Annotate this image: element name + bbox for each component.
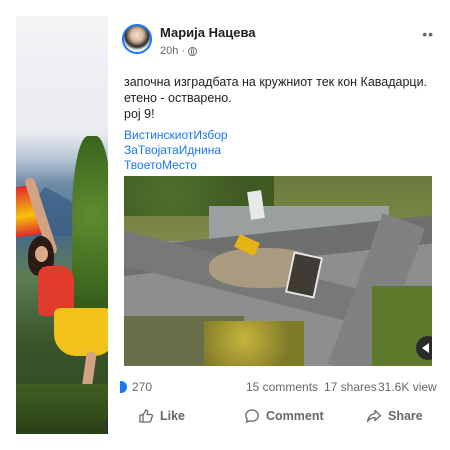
author-name[interactable]: Марија Нацева <box>160 25 256 40</box>
hashtag-link[interactable]: ЗаТвојатаИднина <box>124 143 228 158</box>
globe-icon[interactable] <box>188 46 198 56</box>
photo-tree <box>72 136 108 336</box>
like-label: Like <box>160 409 186 423</box>
hashtag-link[interactable]: ТвоетоМесто <box>124 158 228 173</box>
share-arrow-icon <box>366 409 382 423</box>
photo-person-skirt <box>54 308 108 356</box>
post-stats: 270 15 comments 17 shares 31.6K view <box>118 378 437 398</box>
post-text-line: етено - остварено. <box>124 91 232 105</box>
share-label: Share <box>388 409 423 423</box>
speech-bubble-icon <box>245 409 259 423</box>
post-meta: 20h · <box>160 45 198 57</box>
post-hashtags: ВистинскиотИзбор ЗаТвојатаИднина ТвоетоМ… <box>124 128 228 173</box>
photo-person-shoe <box>106 418 108 430</box>
comments-count[interactable]: 15 comments <box>246 380 318 394</box>
post-actions: Like Comment Share <box>118 408 436 432</box>
views-count: 31.6K view <box>378 380 437 394</box>
adjacent-post-photo[interactable] <box>16 16 108 434</box>
like-button[interactable]: Like <box>138 408 185 424</box>
shares-count[interactable]: 17 shares <box>324 380 377 394</box>
facebook-post: Марија Нацева 20h · •• започна изградбат… <box>118 16 437 434</box>
comment-button[interactable]: Comment <box>244 408 324 424</box>
thumbs-up-icon <box>139 409 154 423</box>
author-avatar[interactable] <box>122 24 152 54</box>
share-button[interactable]: Share <box>366 408 423 424</box>
more-options-icon[interactable]: •• <box>422 26 434 42</box>
comment-label: Comment <box>266 409 324 423</box>
post-time[interactable]: 20h <box>160 45 178 57</box>
post-header: Марија Нацева 20h · •• <box>118 16 436 60</box>
photo-autumn-trees <box>204 321 304 366</box>
hashtag-link[interactable]: ВистинскиотИзбор <box>124 128 228 143</box>
reactions-count[interactable]: 270 <box>132 380 152 394</box>
photo-grass <box>16 384 108 434</box>
post-text-line: рој 9! <box>124 107 155 121</box>
post-text-line: започна изградбата на кружниот тек кон К… <box>124 75 428 89</box>
like-reaction-icon <box>120 381 127 393</box>
photo-person-face <box>35 246 48 262</box>
post-video-thumbnail[interactable] <box>124 176 432 366</box>
meta-separator: · <box>181 45 186 57</box>
post-text: започна изградбата на кружниот тек кон К… <box>124 74 427 122</box>
